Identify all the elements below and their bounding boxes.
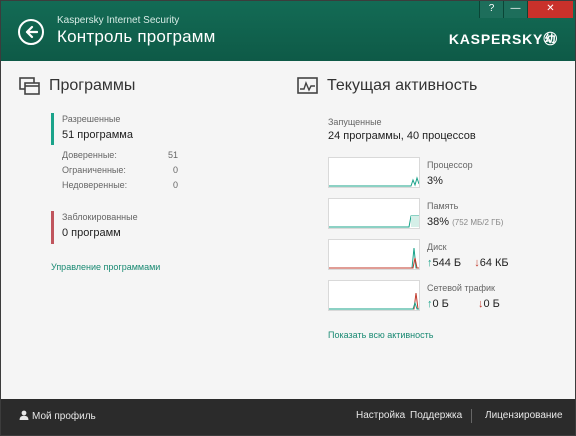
trusted-value: 51 <box>167 150 178 160</box>
network-graph-line <box>329 292 419 310</box>
memory-graph-line <box>329 215 419 228</box>
help-button[interactable]: ? <box>479 1 503 18</box>
untrusted-value: 0 <box>172 180 178 190</box>
app-window: Kaspersky Internet Security Контроль про… <box>0 0 576 436</box>
network-graph <box>328 280 420 311</box>
kaspersky-logo: KASPERSKY㉅ <box>448 31 558 47</box>
allowed-group: Разрешенные 51 программа <box>51 113 133 145</box>
memory-value: 38% <box>427 216 450 228</box>
close-button[interactable]: ✕ <box>527 1 573 18</box>
page-title: Контроль программ <box>57 27 216 46</box>
activity-monitor-icon <box>297 77 318 94</box>
blocked-group: Заблокированные 0 программ <box>51 211 138 244</box>
disk-values: ↑544 Б ↓64 КБ <box>427 257 509 269</box>
network-values: ↑0 Б ↓0 Б <box>427 298 500 310</box>
network-up-value: 0 Б <box>432 298 449 310</box>
running-value: 24 программы, 40 процессов <box>328 130 476 142</box>
network-down-value: 0 Б <box>483 298 500 310</box>
cpu-value: 3% <box>427 175 443 187</box>
activity-title: Текущая активность <box>327 77 478 94</box>
untrusted-row: Недоверенные: 0 <box>62 180 178 190</box>
memory-detail: (752 МБ/2 ГБ) <box>452 218 504 227</box>
app-name: Kaspersky Internet Security <box>57 15 180 26</box>
manage-programs-link[interactable]: Управление программами <box>51 262 160 272</box>
disk-graph <box>328 239 420 270</box>
blocked-value: 0 программ <box>62 227 121 239</box>
disk-write-value: 544 Б <box>432 257 462 269</box>
allowed-value: 51 программа <box>62 129 133 141</box>
arrow-left-icon <box>25 25 38 39</box>
window-controls: ? — ✕ <box>479 1 573 18</box>
trusted-label: Доверенные: <box>62 150 117 160</box>
title-bar: Kaspersky Internet Security Контроль про… <box>1 1 575 61</box>
my-profile-label: Мой профиль <box>32 411 96 422</box>
network-caption: Сетевой трафик <box>427 283 495 293</box>
support-link[interactable]: Поддержка <box>410 410 462 421</box>
footer-divider <box>471 409 472 423</box>
cpu-caption: Процессор <box>427 160 473 170</box>
cpu-graph-line <box>329 176 419 187</box>
memory-graph <box>328 198 420 229</box>
back-button[interactable] <box>18 19 44 45</box>
trusted-row: Доверенные: 51 <box>62 150 178 160</box>
minimize-button[interactable]: — <box>503 1 527 18</box>
cpu-graph <box>328 157 420 188</box>
memory-caption: Память <box>427 201 459 211</box>
allowed-caption: Разрешенные <box>62 114 121 124</box>
programs-heading: Программы <box>19 77 135 95</box>
settings-link[interactable]: Настройка <box>356 410 405 421</box>
show-all-activity-link[interactable]: Показать всю активность <box>328 330 433 340</box>
user-icon <box>19 410 29 420</box>
disk-caption: Диск <box>427 242 447 252</box>
footer-bar: Мой профиль Настройка Поддержка Лицензир… <box>1 399 575 435</box>
my-profile-link[interactable]: Мой профиль <box>19 410 96 422</box>
activity-heading: Текущая активность <box>297 77 477 95</box>
untrusted-label: Недоверенные: <box>62 180 128 190</box>
licensing-link[interactable]: Лицензирование <box>485 410 563 421</box>
programs-title: Программы <box>49 77 136 94</box>
disk-graph-line <box>329 247 419 269</box>
windows-app-icon <box>19 77 40 95</box>
restricted-row: Ограниченные: 0 <box>62 165 178 175</box>
memory-value-row: 38% (752 МБ/2 ГБ) <box>427 216 503 228</box>
disk-read-value: 64 КБ <box>479 257 509 269</box>
running-caption: Запущенные <box>328 117 382 127</box>
restricted-label: Ограниченные: <box>62 165 126 175</box>
restricted-value: 0 <box>172 165 178 175</box>
blocked-caption: Заблокированные <box>62 212 138 222</box>
